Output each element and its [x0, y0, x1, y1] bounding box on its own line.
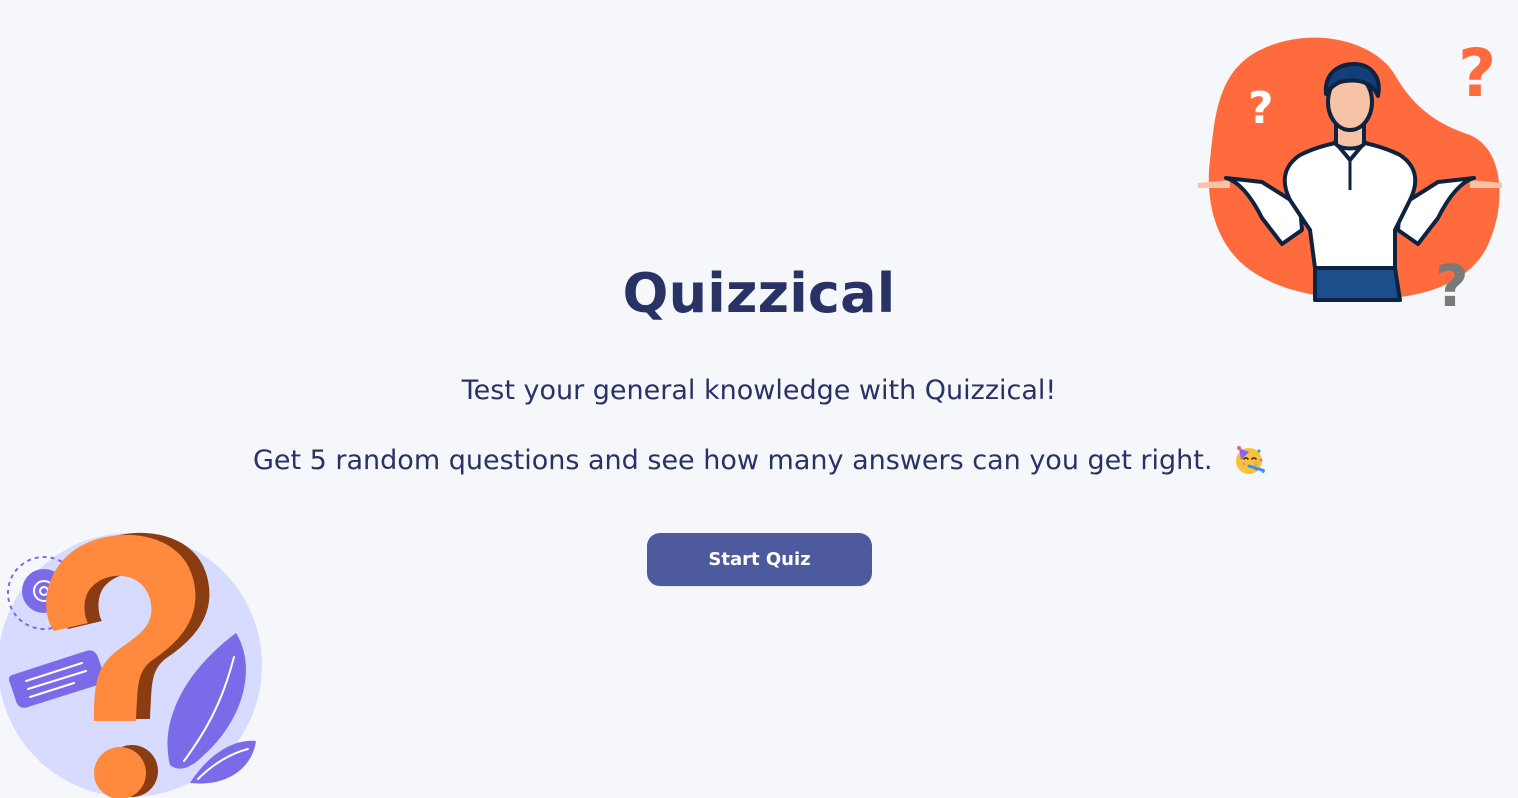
intro-line-2: Get 5 random questions and see how many … — [0, 443, 1518, 479]
intro-line-1-text: Test your general knowledge with Quizzic… — [461, 375, 1057, 406]
intro-line-1: Test your general knowledge with Quizzic… — [0, 373, 1518, 409]
partying-face-icon — [1236, 445, 1265, 474]
page-title: Quizzical — [622, 262, 896, 325]
start-quiz-button[interactable]: Start Quiz — [647, 533, 872, 586]
intro-content: Quizzical Test your general knowledge wi… — [0, 0, 1518, 798]
intro-line-2-text: Get 5 random questions and see how many … — [252, 445, 1213, 476]
landing-page: ? ? ? Quizzical Test your general knowle… — [0, 0, 1518, 798]
